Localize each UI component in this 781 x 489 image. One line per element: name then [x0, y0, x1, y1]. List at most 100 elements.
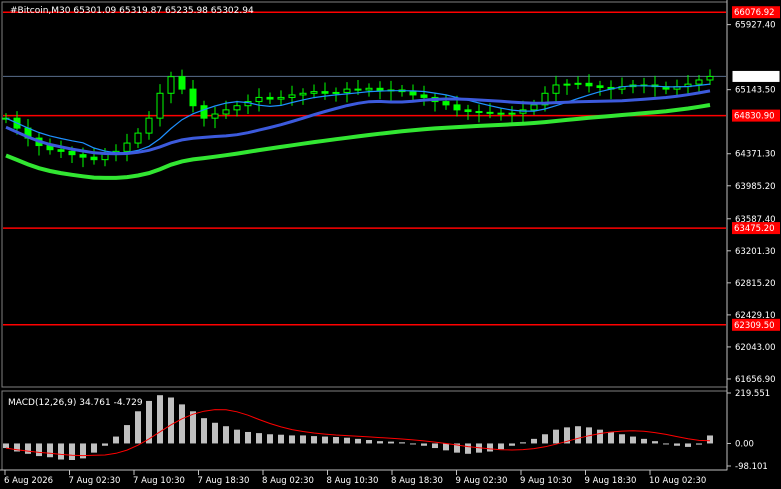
candle-body[interactable] [354, 88, 362, 91]
macd-bar[interactable] [278, 434, 284, 444]
candle-body[interactable] [321, 91, 329, 94]
candle-body[interactable] [695, 79, 703, 85]
macd-bar[interactable] [443, 443, 449, 451]
macd-bar[interactable] [58, 443, 64, 460]
macd-bar[interactable] [597, 429, 603, 444]
candle-body[interactable] [574, 82, 582, 85]
candle-body[interactable] [79, 154, 87, 158]
candle-body[interactable] [453, 104, 461, 111]
macd-bar[interactable] [663, 443, 669, 445]
candle-body[interactable] [68, 150, 76, 156]
macd-bar[interactable] [91, 443, 97, 453]
candle-body[interactable] [343, 88, 351, 93]
candle-body[interactable] [266, 96, 274, 100]
candle-body[interactable] [310, 91, 318, 94]
macd-bar[interactable] [377, 441, 383, 444]
macd-bar[interactable] [3, 443, 9, 449]
macd-bar[interactable] [124, 425, 130, 444]
candle-body[interactable] [288, 94, 296, 98]
candle-body[interactable] [409, 91, 417, 96]
candle-body[interactable] [706, 75, 714, 81]
macd-bar[interactable] [190, 411, 196, 444]
candle-body[interactable] [90, 156, 98, 161]
macd-bar[interactable] [388, 441, 394, 444]
macd-bar[interactable] [311, 436, 317, 444]
candle-body[interactable] [420, 94, 428, 98]
candle-body[interactable] [486, 111, 494, 114]
macd-bar[interactable] [36, 443, 42, 457]
macd-bar[interactable] [630, 436, 636, 444]
macd-bar[interactable] [421, 443, 427, 446]
macd-bar[interactable] [300, 435, 306, 444]
macd-bar[interactable] [509, 443, 515, 446]
candle-body[interactable] [178, 76, 186, 90]
candle-body[interactable] [475, 111, 483, 114]
candle-body[interactable] [563, 83, 571, 86]
macd-bar[interactable] [179, 404, 185, 444]
macd-bar[interactable] [410, 443, 416, 445]
macd-bar[interactable] [465, 443, 471, 454]
macd-bar[interactable] [520, 442, 526, 444]
macd-bar[interactable] [498, 443, 504, 450]
macd-bar[interactable] [531, 438, 537, 444]
candle-body[interactable] [57, 149, 65, 152]
macd-bar[interactable] [553, 429, 559, 444]
candle-body[interactable] [464, 109, 472, 113]
macd-bar[interactable] [135, 411, 141, 444]
macd-bar[interactable] [641, 438, 647, 444]
candle-body[interactable] [332, 91, 340, 94]
macd-bar[interactable] [696, 443, 702, 445]
macd-bar[interactable] [113, 436, 119, 444]
candle-body[interactable] [552, 84, 560, 94]
candle-body[interactable] [200, 105, 208, 119]
macd-bar[interactable] [223, 426, 229, 444]
macd-bar[interactable] [69, 443, 75, 461]
macd-bar[interactable] [212, 422, 218, 444]
candle-body[interactable] [211, 113, 219, 119]
macd-bar[interactable] [366, 440, 372, 444]
macd-bar[interactable] [201, 418, 207, 444]
macd-bar[interactable] [707, 435, 713, 444]
candle-body[interactable] [376, 87, 384, 92]
macd-bar[interactable] [322, 436, 328, 444]
candle-body[interactable] [134, 132, 142, 144]
macd-bar[interactable] [399, 442, 405, 444]
candle-body[interactable] [585, 82, 593, 87]
macd-bar[interactable] [355, 438, 361, 444]
candle-body[interactable] [596, 85, 604, 88]
candle-body[interactable] [145, 117, 153, 134]
macd-bar[interactable] [245, 431, 251, 444]
macd-bar[interactable] [685, 443, 691, 447]
chart-canvas[interactable]: 6 Aug 2026 7 Aug 02:30 7 Aug 10:30 7 Aug 18… [0, 0, 781, 489]
macd-bar[interactable] [102, 443, 108, 446]
macd-bar[interactable] [608, 431, 614, 444]
candle-body[interactable] [299, 92, 307, 96]
candle-body[interactable] [156, 92, 164, 119]
macd-bar[interactable] [619, 434, 625, 444]
macd-bar[interactable] [289, 435, 295, 444]
candle-body[interactable] [233, 105, 241, 111]
candle-body[interactable] [189, 88, 197, 107]
candle-body[interactable] [508, 112, 516, 115]
macd-bar[interactable] [575, 426, 581, 444]
macd-bar[interactable] [267, 434, 273, 444]
macd-bar[interactable] [333, 437, 339, 444]
macd-bar[interactable] [47, 443, 53, 458]
macd-bar[interactable] [25, 443, 31, 454]
macd-bar[interactable] [674, 443, 680, 446]
candle-body[interactable] [255, 96, 263, 103]
macd-bar[interactable] [234, 429, 240, 444]
macd-bar[interactable] [344, 437, 350, 444]
candle-body[interactable] [222, 109, 230, 115]
candle-body[interactable] [442, 101, 450, 106]
macd-bar[interactable] [487, 443, 493, 452]
candle-body[interactable] [167, 76, 175, 94]
candle-body[interactable] [497, 112, 505, 115]
candle-body[interactable] [365, 87, 373, 91]
macd-bar[interactable] [652, 441, 658, 444]
macd-bar[interactable] [80, 443, 86, 459]
macd-bar[interactable] [432, 443, 438, 449]
macd-bar[interactable] [157, 395, 163, 444]
macd-bar[interactable] [168, 397, 174, 444]
candle-body[interactable] [123, 142, 131, 152]
